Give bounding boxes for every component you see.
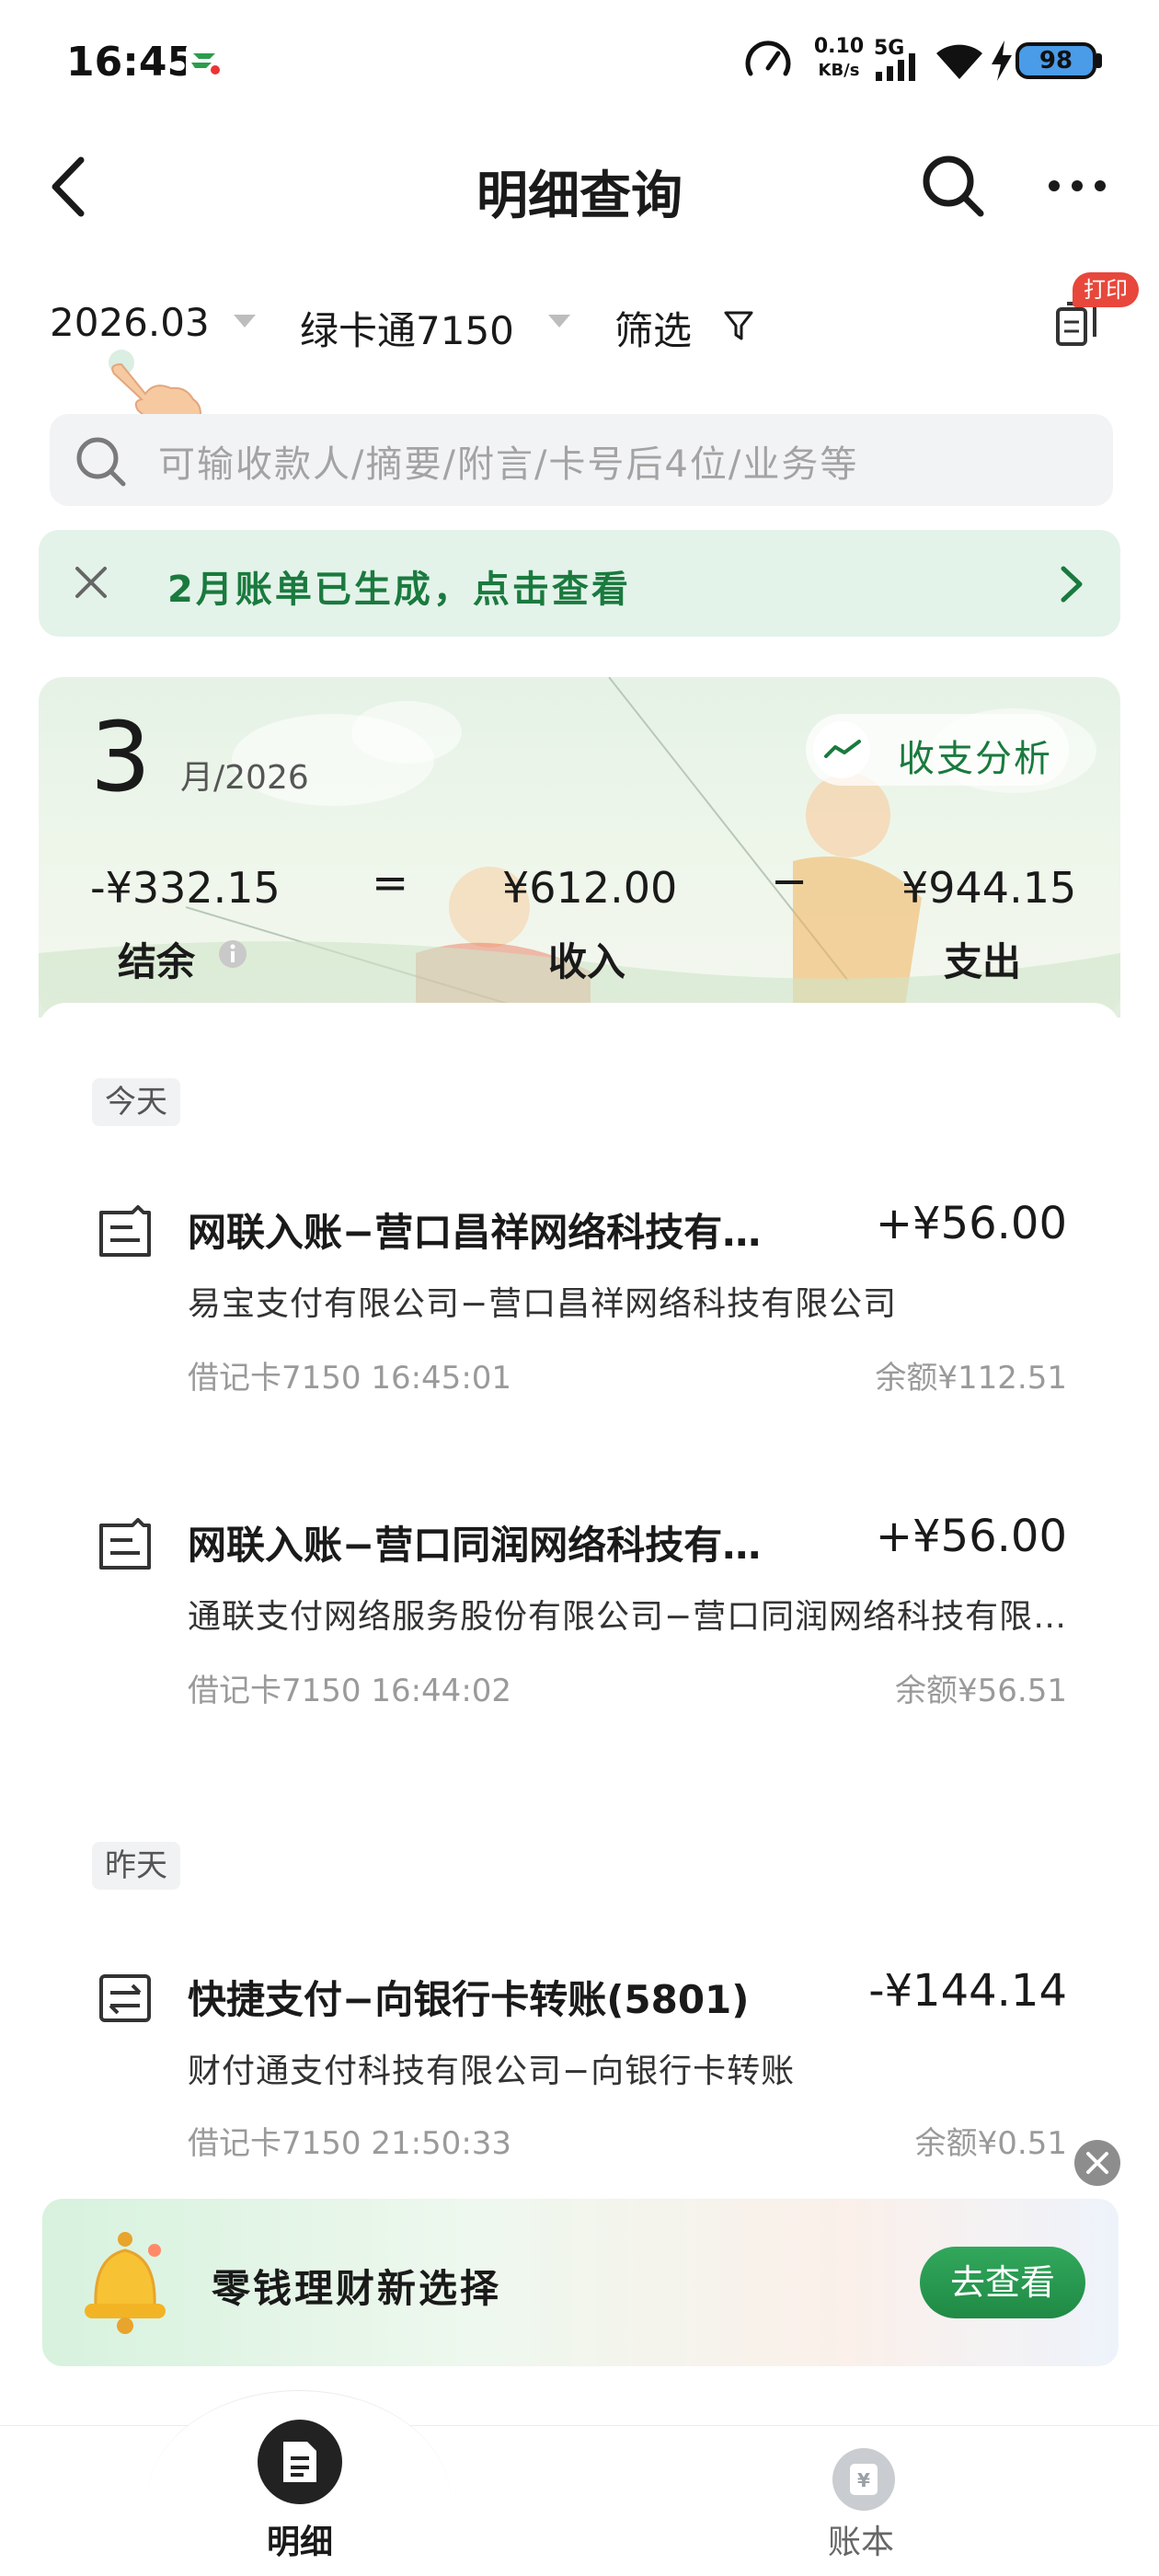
transaction-card-time: 借记卡7150 16:45:01	[188, 1360, 512, 1397]
month-selector[interactable]: 2026.03	[50, 300, 210, 345]
wifi-icon	[936, 44, 982, 79]
close-icon[interactable]	[70, 561, 112, 604]
month-dropdown-caret-icon[interactable]	[234, 315, 256, 328]
close-promo-icon[interactable]	[1073, 2138, 1122, 2188]
transaction-counterparty[interactable]: 易宝支付有限公司−营口昌祥网络科技有限公司	[188, 1277, 1052, 1325]
signal-icon	[876, 53, 915, 81]
balance-label: 结余	[118, 939, 196, 984]
chevron-right-icon[interactable]	[1056, 561, 1087, 607]
promo-view-button[interactable]: 去查看	[920, 2247, 1085, 2318]
day-header-today: 今天	[92, 1078, 180, 1126]
battery-cap	[1096, 53, 1102, 68]
balance-value: -¥332.15	[90, 863, 281, 913]
transaction-card-time: 借记卡7150 21:50:33	[188, 2125, 512, 2162]
speedometer-icon	[745, 40, 791, 76]
more-dots-icon[interactable]	[1045, 173, 1109, 199]
transaction-title[interactable]: 网联入账−营口同润网络科技有限公司	[188, 1514, 795, 1570]
status-time: 16:45	[66, 39, 196, 86]
transaction-balance: 余额¥56.51	[895, 1673, 1067, 1709]
tab-details[interactable]: 明细	[267, 2515, 333, 2563]
print-badge[interactable]: 打印	[1073, 272, 1139, 307]
search-placeholder[interactable]: 可输收款人/摘要/附言/卡号后4位/业务等	[158, 434, 858, 488]
search-field-icon	[76, 437, 126, 487]
filter-button[interactable]: 筛选	[614, 300, 692, 356]
transaction-counterparty[interactable]: 通联支付网络服务股份有限公司−营口同润网络科技有限公司	[188, 1590, 1071, 1638]
income-value: ¥612.00	[502, 863, 678, 913]
expense-value: ¥944.15	[901, 863, 1077, 913]
summary-month-number: 3	[90, 701, 152, 813]
summary-month-suffix: 月/2026	[180, 759, 309, 797]
expense-label: 支出	[944, 939, 1022, 984]
battery-indicator: 98	[1016, 42, 1096, 79]
bill-notice-text[interactable]: 2月账单已生成，点击查看	[167, 559, 631, 613]
equals-sign: =	[372, 857, 409, 909]
transaction-balance: 余额¥0.51	[914, 2125, 1067, 2162]
network-speed: 0.10 KB/s	[813, 35, 865, 80]
analysis-label[interactable]: 收支分析	[898, 729, 1052, 782]
promo-text[interactable]: 零钱理财新选择	[212, 2258, 501, 2314]
transaction-balance: 余额¥112.51	[875, 1360, 1067, 1397]
funnel-icon[interactable]	[723, 309, 754, 342]
card-dropdown-caret-icon[interactable]	[548, 315, 570, 328]
bell-icon	[85, 2232, 166, 2334]
tab-ledger[interactable]: 账本	[828, 2515, 894, 2563]
transaction-amount[interactable]: +¥56.00	[876, 1198, 1067, 1249]
svg-text:¥: ¥	[857, 2469, 870, 2491]
carrier-app-icon	[186, 42, 224, 81]
receipt-icon	[99, 1518, 151, 1570]
ledger-icon[interactable]: ¥	[830, 2445, 898, 2513]
trend-line-icon[interactable]	[822, 736, 863, 764]
income-label: 收入	[548, 939, 626, 984]
card-selector[interactable]: 绿卡通7150	[300, 300, 514, 356]
transaction-counterparty[interactable]: 财付通支付科技有限公司−向银行卡转账	[188, 2044, 1071, 2092]
search-icon[interactable]	[920, 153, 986, 219]
transaction-amount[interactable]: -¥144.14	[868, 1965, 1067, 2017]
charging-bolt-icon	[992, 40, 1012, 81]
transaction-card-time: 借记卡7150 16:44:02	[188, 1673, 512, 1709]
transaction-title[interactable]: 快捷支付−向银行卡转账(5801)	[188, 1969, 795, 2025]
document-icon[interactable]	[278, 2438, 322, 2486]
minus-sign: −	[771, 856, 809, 907]
info-icon[interactable]	[217, 938, 248, 970]
transaction-title[interactable]: 网联入账−营口昌祥网络科技有限公司	[188, 1202, 795, 1258]
receipt-icon	[99, 1205, 151, 1257]
transaction-amount[interactable]: +¥56.00	[876, 1511, 1067, 1562]
day-header-yesterday: 昨天	[92, 1842, 180, 1890]
transfer-icon	[99, 1974, 151, 2022]
